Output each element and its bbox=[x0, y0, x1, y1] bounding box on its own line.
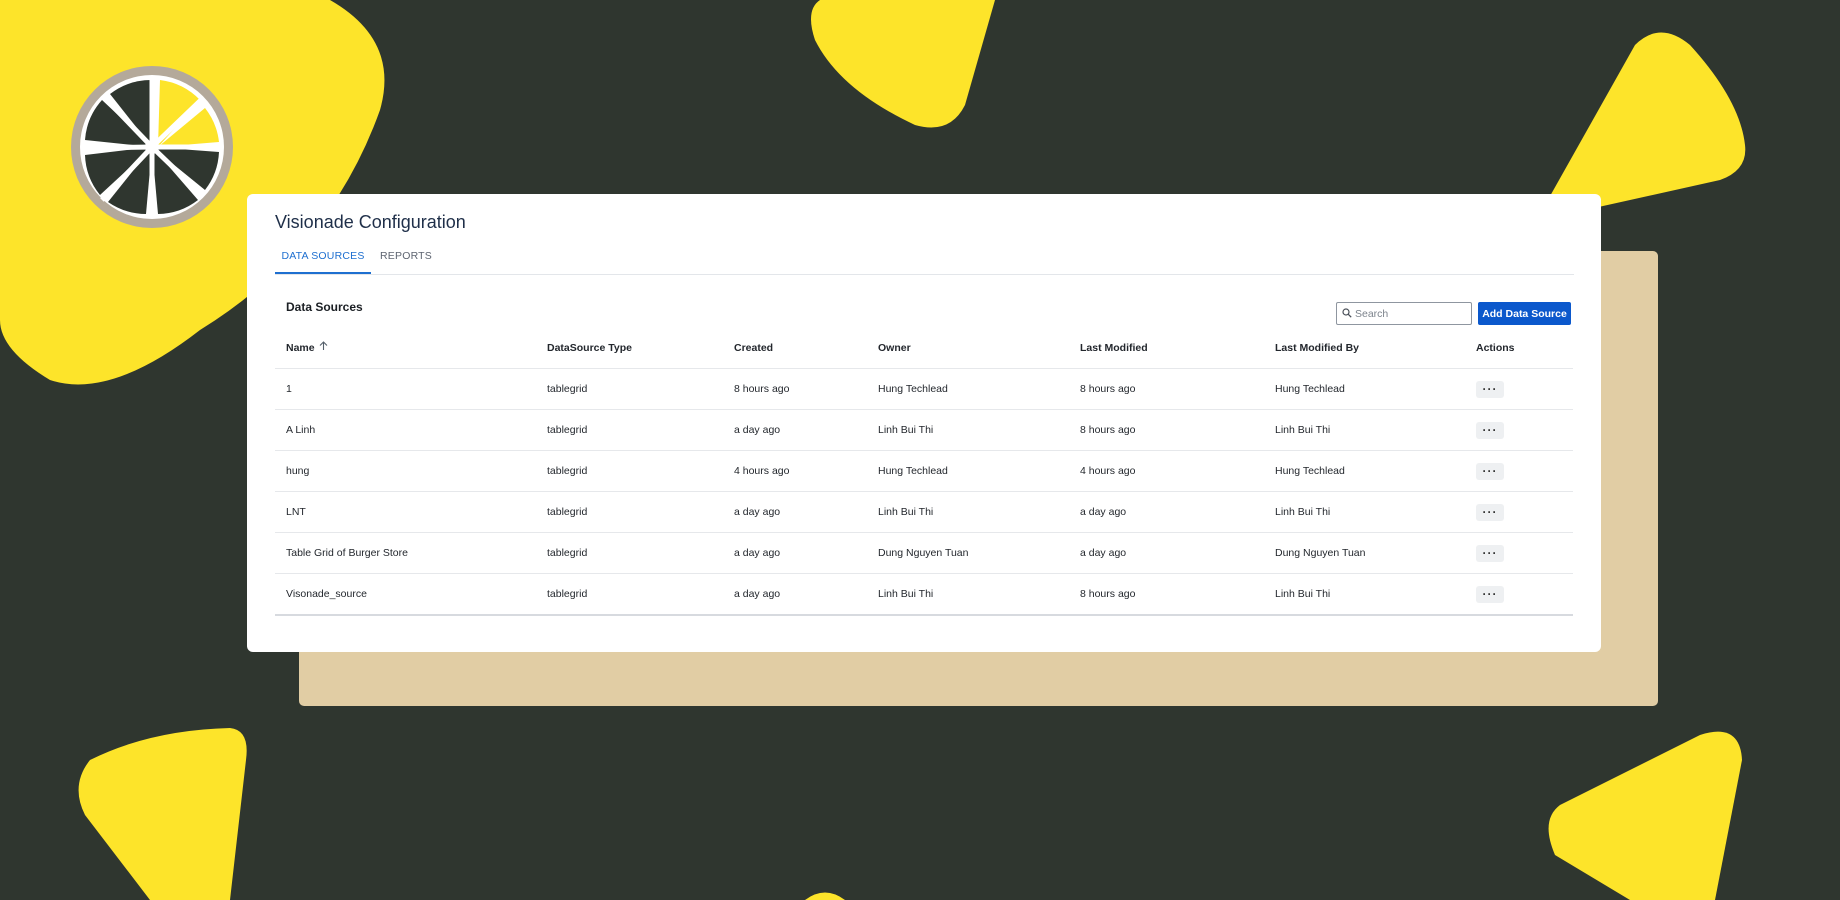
cell-owner: Linh Bui Thi bbox=[878, 424, 934, 436]
cell-name: hung bbox=[286, 465, 310, 477]
column-header-name[interactable]: Name bbox=[286, 327, 328, 368]
lemon-slice-logo bbox=[71, 66, 233, 228]
cell-name: Table Grid of Burger Store bbox=[286, 547, 408, 559]
table-header-row: Name DataSource Type Created Owner Last … bbox=[275, 327, 1573, 369]
column-header-created[interactable]: Created bbox=[734, 327, 773, 368]
yellow-triangle-bottom-right bbox=[1548, 731, 1742, 900]
cell-actions: ··· bbox=[1476, 533, 1504, 573]
more-actions-button[interactable]: ··· bbox=[1476, 544, 1504, 562]
cell-created: a day ago bbox=[734, 424, 781, 436]
cell-last-modified-by: Linh Bui Thi bbox=[1275, 588, 1331, 600]
cell-type: tablegrid bbox=[547, 547, 588, 559]
tab-data-sources[interactable]: DATA SOURCES bbox=[275, 246, 371, 274]
section-title: Data Sources bbox=[286, 300, 363, 314]
table-row[interactable]: LNT tablegrid a day ago Linh Bui Thi a d… bbox=[275, 492, 1573, 533]
table-row[interactable]: Visonade_source tablegrid a day ago Linh… bbox=[275, 574, 1573, 616]
cell-actions: ··· bbox=[1476, 574, 1504, 614]
cell-name: LNT bbox=[286, 506, 306, 518]
more-actions-button[interactable]: ··· bbox=[1476, 585, 1504, 603]
cell-owner: Hung Techlead bbox=[878, 383, 948, 395]
configuration-card: Visionade Configuration DATA SOURCES REP… bbox=[247, 194, 1601, 652]
cell-actions: ··· bbox=[1476, 369, 1504, 409]
cell-last-modified: 8 hours ago bbox=[1080, 588, 1136, 600]
cell-type: tablegrid bbox=[547, 588, 588, 600]
cell-last-modified-by: Hung Techlead bbox=[1275, 383, 1345, 395]
more-actions-button[interactable]: ··· bbox=[1476, 462, 1504, 480]
cell-last-modified: a day ago bbox=[1080, 506, 1127, 518]
cell-created: a day ago bbox=[734, 588, 781, 600]
column-header-last-modified-by[interactable]: Last Modified By bbox=[1275, 327, 1359, 368]
cell-owner: Linh Bui Thi bbox=[878, 506, 934, 518]
cell-owner: Linh Bui Thi bbox=[878, 588, 934, 600]
yellow-triangle-bottom-left bbox=[78, 728, 247, 900]
cell-last-modified: 8 hours ago bbox=[1080, 424, 1136, 436]
cell-last-modified: 4 hours ago bbox=[1080, 465, 1136, 477]
cell-name: Visonade_source bbox=[286, 588, 367, 600]
add-data-source-button[interactable]: Add Data Source bbox=[1478, 302, 1571, 325]
cell-last-modified-by: Hung Techlead bbox=[1275, 465, 1345, 477]
tab-reports[interactable]: REPORTS bbox=[371, 246, 441, 274]
cell-created: 4 hours ago bbox=[734, 465, 790, 477]
table-row[interactable]: hung tablegrid 4 hours ago Hung Techlead… bbox=[275, 451, 1573, 492]
cell-owner: Dung Nguyen Tuan bbox=[878, 547, 969, 559]
yellow-triangle-top-center bbox=[811, 0, 995, 128]
data-sources-table: Name DataSource Type Created Owner Last … bbox=[275, 327, 1573, 616]
cell-created: a day ago bbox=[734, 547, 781, 559]
yellow-triangle-bottom-center bbox=[805, 892, 845, 900]
cell-last-modified-by: Dung Nguyen Tuan bbox=[1275, 547, 1366, 559]
column-header-actions: Actions bbox=[1476, 341, 1515, 354]
cell-type: tablegrid bbox=[547, 383, 588, 395]
more-actions-button[interactable]: ··· bbox=[1476, 380, 1504, 398]
cell-last-modified: 8 hours ago bbox=[1080, 383, 1136, 395]
column-header-owner[interactable]: Owner bbox=[878, 327, 911, 368]
cell-last-modified-by: Linh Bui Thi bbox=[1275, 506, 1331, 518]
page-title: Visionade Configuration bbox=[275, 212, 466, 232]
cell-type: tablegrid bbox=[547, 424, 588, 436]
search-input[interactable] bbox=[1355, 304, 1467, 323]
cell-name: A Linh bbox=[286, 424, 316, 436]
column-header-type[interactable]: DataSource Type bbox=[547, 327, 632, 368]
cell-last-modified-by: Linh Bui Thi bbox=[1275, 424, 1331, 436]
cell-created: 8 hours ago bbox=[734, 383, 790, 395]
table-row[interactable]: Table Grid of Burger Store tablegrid a d… bbox=[275, 533, 1573, 574]
cell-type: tablegrid bbox=[547, 465, 588, 477]
search-box[interactable] bbox=[1336, 302, 1472, 325]
column-header-last-modified[interactable]: Last Modified bbox=[1080, 327, 1148, 368]
sort-arrow-up-icon bbox=[319, 341, 328, 354]
cell-last-modified: a day ago bbox=[1080, 547, 1127, 559]
cell-type: tablegrid bbox=[547, 506, 588, 518]
column-header-label: Name bbox=[286, 341, 315, 354]
search-icon bbox=[1342, 308, 1352, 318]
tab-bar: DATA SOURCES REPORTS bbox=[275, 246, 1574, 275]
yellow-triangle-top-right bbox=[1540, 32, 1746, 220]
more-actions-button[interactable]: ··· bbox=[1476, 421, 1504, 439]
table-row[interactable]: 1 tablegrid 8 hours ago Hung Techlead 8 … bbox=[275, 369, 1573, 410]
table-row[interactable]: A Linh tablegrid a day ago Linh Bui Thi … bbox=[275, 410, 1573, 451]
more-actions-button[interactable]: ··· bbox=[1476, 503, 1504, 521]
cell-name: 1 bbox=[286, 383, 292, 395]
cell-owner: Hung Techlead bbox=[878, 465, 948, 477]
cell-actions: ··· bbox=[1476, 410, 1504, 450]
cell-actions: ··· bbox=[1476, 451, 1504, 491]
cell-actions: ··· bbox=[1476, 492, 1504, 532]
cell-created: a day ago bbox=[734, 506, 781, 518]
